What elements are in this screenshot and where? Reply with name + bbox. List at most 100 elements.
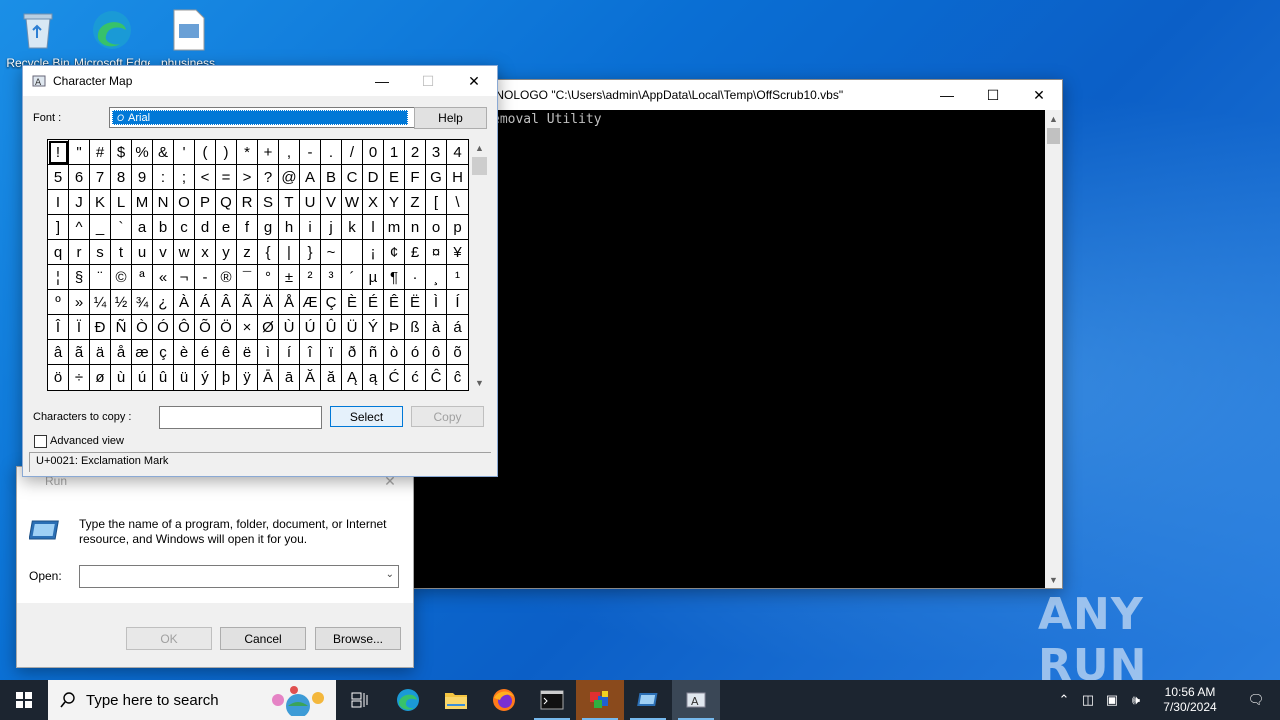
help-button[interactable]: Help — [414, 107, 487, 129]
char-cell[interactable]: F — [405, 165, 426, 190]
char-cell[interactable]: Þ — [384, 315, 405, 340]
char-cell[interactable]: ü — [174, 365, 195, 390]
char-cell[interactable]: Q — [216, 190, 237, 215]
char-cell[interactable]: À — [174, 290, 195, 315]
taskbar-edge[interactable] — [384, 680, 432, 720]
char-cell[interactable]: Û — [321, 315, 342, 340]
char-cell[interactable]: Ì — [426, 290, 447, 315]
char-cell[interactable]: : — [153, 165, 174, 190]
char-cell[interactable]: ĉ — [447, 365, 468, 390]
desktop-icon-file[interactable]: phusiness — [150, 8, 226, 70]
char-cell[interactable]: Ø — [258, 315, 279, 340]
char-cell[interactable]: þ — [216, 365, 237, 390]
char-cell[interactable]: Á — [195, 290, 216, 315]
char-cell[interactable]: ¥ — [447, 240, 468, 265]
open-combobox[interactable]: ⌄ — [79, 565, 399, 588]
charmap-window[interactable]: A Character Map — ☐ ✕ Font : O Arial ⌄ H… — [22, 65, 498, 477]
char-cell[interactable]: J — [69, 190, 90, 215]
char-cell[interactable]: 9 — [132, 165, 153, 190]
char-cell[interactable]: × — [237, 315, 258, 340]
scroll-down-icon[interactable]: ▼ — [471, 374, 488, 391]
char-cell[interactable]: K — [90, 190, 111, 215]
minimize-button[interactable]: — — [924, 80, 970, 110]
char-cell[interactable]: ñ — [363, 340, 384, 365]
char-cell[interactable]: l — [363, 215, 384, 240]
char-cell[interactable]: D — [363, 165, 384, 190]
meet-now-icon[interactable]: ◫ — [1076, 692, 1100, 708]
char-cell[interactable]: a — [132, 215, 153, 240]
char-cell[interactable]: 5 — [48, 165, 69, 190]
char-cell[interactable]: Ā — [258, 365, 279, 390]
taskbar-console[interactable] — [528, 680, 576, 720]
char-cell[interactable]: ? — [258, 165, 279, 190]
char-cell[interactable]: j — [321, 215, 342, 240]
char-cell[interactable]: & — [153, 140, 174, 165]
scroll-up-icon[interactable]: ▲ — [1045, 110, 1062, 127]
char-cell[interactable]: c — [174, 215, 195, 240]
char-cell[interactable]: ¢ — [384, 240, 405, 265]
char-cell[interactable]: # — [90, 140, 111, 165]
char-cell[interactable]: Æ — [300, 290, 321, 315]
desktop-icon-recycle-bin[interactable]: Recycle Bin — [0, 8, 76, 70]
char-cell[interactable]: I — [48, 190, 69, 215]
char-cell[interactable]: ® — [216, 265, 237, 290]
char-cell[interactable]: 2 — [405, 140, 426, 165]
char-cell[interactable]: ¸ — [426, 265, 447, 290]
char-cell[interactable]: W — [342, 190, 363, 215]
char-cell[interactable]: U — [300, 190, 321, 215]
char-cell[interactable]: ê — [216, 340, 237, 365]
char-cell[interactable]: ° — [258, 265, 279, 290]
char-cell[interactable]: L — [111, 190, 132, 215]
char-cell[interactable]: ¬ — [174, 265, 195, 290]
char-cell[interactable]: ¶ — [384, 265, 405, 290]
char-cell[interactable]: ì — [258, 340, 279, 365]
char-cell[interactable]: © — [111, 265, 132, 290]
char-cell[interactable]: Ą — [342, 365, 363, 390]
console-window[interactable]: /NOLOGO "C:\Users\admin\AppData\Local\Te… — [411, 79, 1063, 589]
ok-button[interactable]: OK — [126, 627, 212, 650]
char-cell[interactable]: Î — [48, 315, 69, 340]
char-cell[interactable]: Ò — [132, 315, 153, 340]
minimize-button[interactable]: — — [359, 66, 405, 96]
close-button[interactable]: ✕ — [451, 66, 497, 96]
char-cell[interactable]: ; — [174, 165, 195, 190]
char-cell[interactable]: ä — [90, 340, 111, 365]
char-cell[interactable]: T — [279, 190, 300, 215]
volume-icon[interactable]: 🕪 — [1124, 692, 1148, 708]
char-cell[interactable]: - — [300, 140, 321, 165]
char-cell[interactable]: ù — [111, 365, 132, 390]
char-cell[interactable]: Ö — [216, 315, 237, 340]
char-cell[interactable]: u — [132, 240, 153, 265]
char-cell[interactable]: > — [237, 165, 258, 190]
char-cell[interactable]: Ã — [237, 290, 258, 315]
clock[interactable]: 10:56 AM 7/30/2024 — [1148, 685, 1232, 715]
char-cell[interactable]: H — [447, 165, 468, 190]
scroll-thumb[interactable] — [472, 157, 487, 175]
char-cell[interactable]: P — [195, 190, 216, 215]
char-cell[interactable]: h — [279, 215, 300, 240]
cancel-button[interactable]: Cancel — [220, 627, 306, 650]
char-cell[interactable]: ' — [174, 140, 195, 165]
char-cell[interactable]: A — [300, 165, 321, 190]
char-cell[interactable]: ð — [342, 340, 363, 365]
console-scrollbar[interactable]: ▲ ▼ — [1045, 110, 1062, 588]
char-cell[interactable]: } — [300, 240, 321, 265]
char-cell[interactable]: ò — [384, 340, 405, 365]
char-cell[interactable]: ¹ — [447, 265, 468, 290]
char-cell[interactable]: Ĉ — [426, 365, 447, 390]
char-cell[interactable]: 8 — [111, 165, 132, 190]
char-cell[interactable]: è — [174, 340, 195, 365]
notification-icon[interactable]: 🗨 — [1232, 692, 1280, 708]
char-cell[interactable]: µ — [363, 265, 384, 290]
char-cell[interactable]: º — [48, 290, 69, 315]
char-cell[interactable]: Ð — [90, 315, 111, 340]
char-cell[interactable]: E — [384, 165, 405, 190]
console-output[interactable]: emoval Utility — [412, 110, 1045, 588]
char-cell[interactable]: ï — [321, 340, 342, 365]
char-cell[interactable]: < — [195, 165, 216, 190]
char-cell[interactable]: N — [153, 190, 174, 215]
char-cell[interactable]: [ — [426, 190, 447, 215]
char-cell[interactable]: , — [279, 140, 300, 165]
char-cell[interactable]: ) — [216, 140, 237, 165]
char-cell[interactable]: @ — [279, 165, 300, 190]
